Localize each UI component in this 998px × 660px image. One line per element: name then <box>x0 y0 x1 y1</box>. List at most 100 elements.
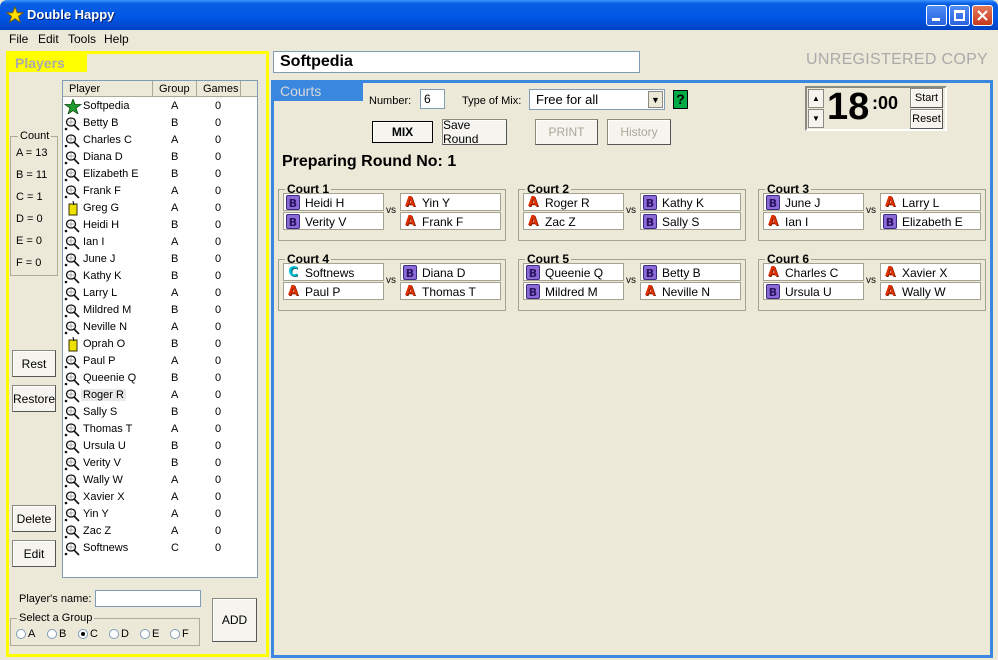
mix-button[interactable]: MIX <box>372 121 433 143</box>
player-row[interactable]: Neville N A 0 <box>63 319 257 336</box>
player-row[interactable]: Paul P A 0 <box>63 353 257 370</box>
player-row[interactable]: Frank F A 0 <box>63 183 257 200</box>
player-row[interactable]: Diana D B 0 <box>63 149 257 166</box>
rest-button[interactable]: Rest <box>12 350 56 377</box>
player-row[interactable]: Larry L A 0 <box>63 285 257 302</box>
menu-help[interactable]: Help <box>104 32 129 46</box>
restore-button[interactable]: Restore <box>12 385 56 412</box>
player-name-input[interactable] <box>95 590 201 607</box>
player-row[interactable]: Verity V B 0 <box>63 455 257 472</box>
player-slot[interactable]: B Elizabeth E <box>880 212 981 230</box>
radio-dot[interactable] <box>170 629 180 639</box>
add-button[interactable]: ADD <box>212 598 257 642</box>
delete-button[interactable]: Delete <box>12 505 56 532</box>
event-title-input[interactable]: Softpedia <box>273 51 640 73</box>
radio-dot[interactable] <box>78 629 88 639</box>
group-radio-c[interactable]: C <box>78 628 98 640</box>
column-player[interactable]: Player <box>63 81 153 97</box>
player-slot[interactable]: B Verity V <box>283 212 384 230</box>
spin-down-icon[interactable]: ▼ <box>808 109 824 128</box>
player-row[interactable]: Betty B B 0 <box>63 115 257 132</box>
player-row[interactable]: Mildred M B 0 <box>63 302 257 319</box>
player-slot[interactable]: A Larry L <box>880 193 981 211</box>
player-slot[interactable]: A Yin Y <box>400 193 501 211</box>
player-row[interactable]: Xavier X A 0 <box>63 489 257 506</box>
player-slot[interactable]: B Betty B <box>640 263 741 281</box>
chevron-down-icon[interactable]: ▼ <box>648 91 663 108</box>
player-row[interactable]: Wally W A 0 <box>63 472 257 489</box>
player-row[interactable]: June J B 0 <box>63 251 257 268</box>
player-slot[interactable]: A Xavier X <box>880 263 981 281</box>
player-slot[interactable]: B Queenie Q <box>523 263 624 281</box>
player-row[interactable]: Ursula U B 0 <box>63 438 257 455</box>
group-radio-e[interactable]: E <box>140 628 159 640</box>
spin-up-icon[interactable]: ▲ <box>808 89 824 108</box>
close-icon <box>977 10 988 21</box>
edit-button[interactable]: Edit <box>12 540 56 567</box>
print-button[interactable]: PRINT <box>535 119 598 145</box>
player-name: Frank F <box>83 185 121 197</box>
player-slot[interactable]: A Roger R <box>523 193 624 211</box>
save-round-button[interactable]: Save Round <box>442 118 507 146</box>
menu-tools[interactable]: Tools <box>68 32 96 46</box>
racket-icon <box>64 490 82 505</box>
player-row[interactable]: Softnews C 0 <box>63 540 257 557</box>
player-slot[interactable]: A Zac Z <box>523 212 624 230</box>
player-row[interactable]: Thomas T A 0 <box>63 421 257 438</box>
player-slot[interactable]: B Ursula U <box>763 282 864 300</box>
player-row[interactable]: Zac Z A 0 <box>63 523 257 540</box>
player-row[interactable]: Greg G A 0 <box>63 200 257 217</box>
player-slot[interactable]: B Mildred M <box>523 282 624 300</box>
player-row[interactable]: Queenie Q B 0 <box>63 370 257 387</box>
player-slot[interactable]: B Sally S <box>640 212 741 230</box>
group-radio-a[interactable]: A <box>16 628 35 640</box>
history-button[interactable]: History <box>607 119 671 145</box>
player-row[interactable]: Oprah O B 0 <box>63 336 257 353</box>
player-slot[interactable]: A Wally W <box>880 282 981 300</box>
player-row[interactable]: Kathy K B 0 <box>63 268 257 285</box>
players-tab[interactable]: Players <box>9 53 87 72</box>
player-row[interactable]: Ian I A 0 <box>63 234 257 251</box>
minimize-button[interactable] <box>926 5 947 26</box>
group-radio-d[interactable]: D <box>109 628 129 640</box>
player-slot[interactable]: A Frank F <box>400 212 501 230</box>
maximize-button[interactable] <box>949 5 970 26</box>
radio-dot[interactable] <box>109 629 119 639</box>
close-button[interactable] <box>972 5 993 26</box>
player-slot[interactable]: A Thomas T <box>400 282 501 300</box>
player-row[interactable]: Charles C A 0 <box>63 132 257 149</box>
radio-dot[interactable] <box>140 629 150 639</box>
radio-dot[interactable] <box>16 629 26 639</box>
player-slot[interactable]: B June J <box>763 193 864 211</box>
group-radio-f[interactable]: F <box>170 628 189 640</box>
start-button[interactable]: Start <box>910 88 943 108</box>
player-slot[interactable]: C Softnews <box>283 263 384 281</box>
radio-dot[interactable] <box>47 629 57 639</box>
players-list[interactable]: Player Group Games Softpedia A 0 Betty B B 0 C… <box>62 80 258 578</box>
player-slot[interactable]: A Neville N <box>640 282 741 300</box>
mix-type-select[interactable]: Free for all ▼ <box>529 89 665 110</box>
player-slot[interactable]: A Charles C <box>763 263 864 281</box>
count-title: Count <box>18 130 52 142</box>
player-row[interactable]: Heidi H B 0 <box>63 217 257 234</box>
player-row[interactable]: Softpedia A 0 <box>63 97 257 116</box>
reset-button[interactable]: Reset <box>910 109 943 129</box>
column-group[interactable]: Group <box>153 81 197 97</box>
menu-file[interactable]: File <box>9 32 28 46</box>
courts-tab[interactable]: Courts <box>274 82 363 101</box>
player-slot[interactable]: B Heidi H <box>283 193 384 211</box>
player-row[interactable]: Roger R A 0 <box>63 387 257 404</box>
player-row[interactable]: Yin Y A 0 <box>63 506 257 523</box>
player-slot[interactable]: B Kathy K <box>640 193 741 211</box>
group-radio-b[interactable]: B <box>47 628 66 640</box>
court-number-input[interactable]: 6 <box>420 89 445 109</box>
player-slot[interactable]: A Paul P <box>283 282 384 300</box>
player-slot[interactable]: B Diana D <box>400 263 501 281</box>
column-games[interactable]: Games <box>197 81 241 97</box>
player-row[interactable]: Sally S B 0 <box>63 404 257 421</box>
player-slot[interactable]: A Ian I <box>763 212 864 230</box>
help-icon[interactable]: ? <box>673 90 688 109</box>
menu-edit[interactable]: Edit <box>38 32 59 46</box>
player-row[interactable]: Elizabeth E B 0 <box>63 166 257 183</box>
star-icon <box>63 97 83 116</box>
